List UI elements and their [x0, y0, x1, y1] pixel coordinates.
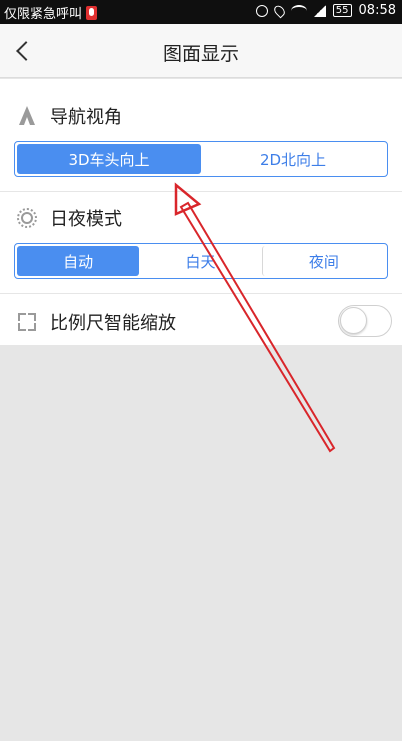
toggle-knob — [340, 307, 367, 334]
settings-panel: 导航视角 3D车头向上 2D北向上 日夜模式 自动 白天 夜间 比例尺智能缩放 — [0, 79, 402, 345]
navigation-arrow-icon — [16, 105, 38, 127]
day-night-heading: 日夜模式 — [16, 205, 122, 231]
status-right: 55 08:58 — [255, 3, 396, 18]
signal-icon — [313, 4, 326, 17]
nav-view-label: 导航视角 — [50, 107, 122, 128]
clock: 08:58 — [358, 3, 396, 18]
status-bar: 仅限紧急呼叫 55 08:58 — [0, 0, 402, 24]
mic-icon — [86, 5, 98, 20]
nav-view-option-2d[interactable]: 2D北向上 — [201, 144, 385, 174]
divider — [0, 293, 402, 294]
app-header: 图面显示 — [0, 24, 402, 78]
wifi-icon — [290, 4, 307, 17]
scale-zoom-label: 比例尺智能缩放 — [50, 313, 176, 334]
nav-view-option-3d[interactable]: 3D车头向上 — [17, 144, 201, 174]
nav-view-heading: 导航视角 — [16, 103, 122, 129]
page-title: 图面显示 — [162, 43, 239, 65]
scale-zoom-heading: 比例尺智能缩放 — [16, 309, 176, 335]
hd-call-icon — [255, 4, 268, 17]
carrier-text: 仅限紧急呼叫 — [4, 7, 83, 22]
scale-zoom-toggle[interactable] — [338, 305, 392, 337]
location-icon — [271, 3, 287, 18]
day-night-segmented-control: 自动 白天 夜间 — [14, 243, 388, 279]
battery-icon: 55 — [332, 4, 352, 17]
day-night-option-auto[interactable]: 自动 — [17, 246, 140, 276]
status-left: 仅限紧急呼叫 — [4, 3, 98, 22]
divider — [0, 191, 402, 192]
expand-icon — [16, 311, 38, 333]
day-night-option-night[interactable]: 夜间 — [261, 246, 385, 276]
day-night-label: 日夜模式 — [50, 209, 122, 230]
nav-view-segmented-control: 3D车头向上 2D北向上 — [14, 141, 388, 177]
day-night-option-day[interactable]: 白天 — [139, 246, 261, 276]
sun-icon — [16, 207, 38, 229]
